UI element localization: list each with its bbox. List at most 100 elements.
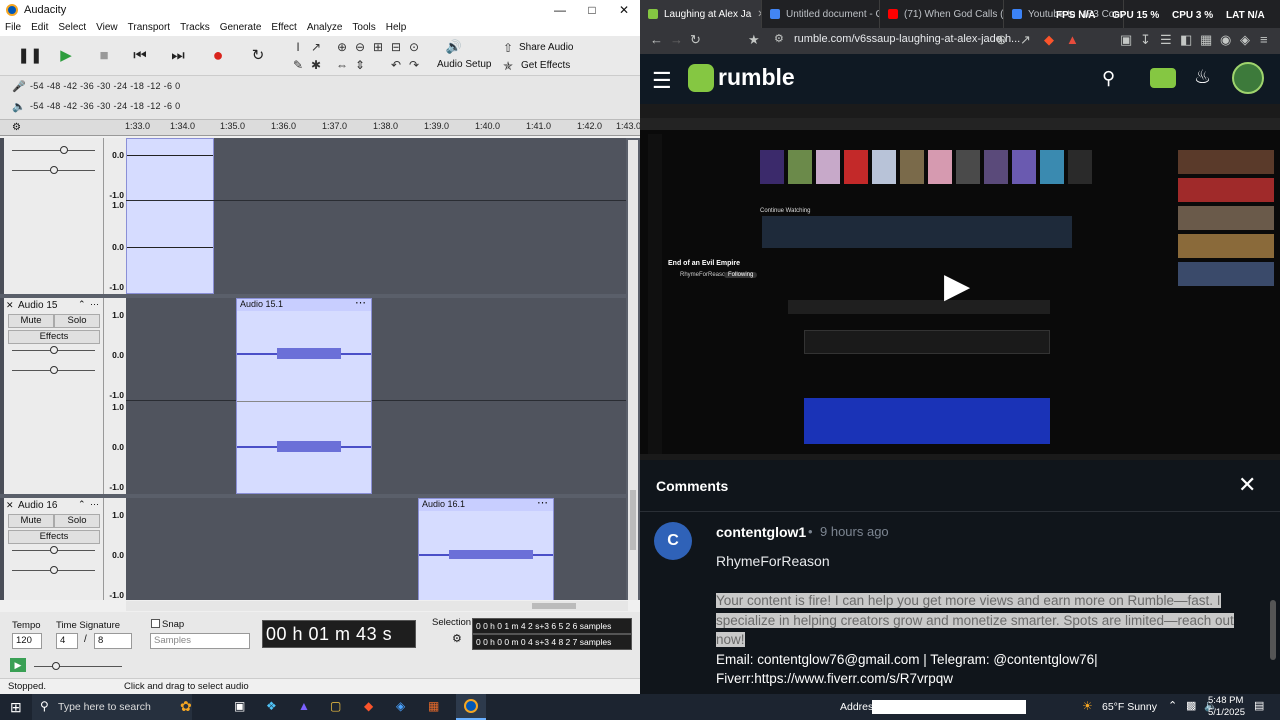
menu-select[interactable]: Select [53, 20, 91, 36]
copilot-icon[interactable]: ❖ [266, 699, 277, 713]
clip-menu-icon[interactable]: ⋯ [537, 496, 549, 509]
share-audio-label[interactable]: Share Audio [519, 42, 574, 53]
back-icon[interactable]: ← [650, 32, 663, 47]
ts-denominator-select[interactable]: 8 [94, 633, 132, 649]
video-player[interactable]: Continue Watching End of an Evil Empire … [640, 104, 1280, 460]
audacity-taskbar-icon[interactable] [456, 694, 486, 720]
notifications-icon[interactable]: ▤ [1254, 699, 1264, 712]
bookmark-icon[interactable]: ★ [748, 32, 760, 48]
audio-setup-icon[interactable]: 🔊 [446, 39, 462, 55]
mute-button[interactable]: Mute [8, 514, 54, 528]
track-menu-icon[interactable]: ⋯ [90, 499, 99, 510]
fit-project-icon[interactable]: ⊟ [388, 39, 404, 55]
minimize-icon[interactable]: — [544, 3, 576, 17]
selection-tool-icon[interactable]: I [290, 39, 306, 55]
scrollbar-thumb[interactable] [532, 603, 576, 609]
snap-unit-select[interactable]: Samples [150, 633, 250, 649]
tracks-area[interactable]: 0.0 -1.0 1.0 0.0 -1.0 ✕ Audio 15 ⌃ ⋯ Mut… [0, 138, 640, 600]
search-icon[interactable]: ⚲ [1102, 68, 1115, 89]
speed-knob[interactable] [52, 662, 60, 670]
hamburger-icon[interactable]: ☰ [652, 68, 672, 94]
get-effects-label[interactable]: Get Effects [521, 60, 570, 71]
commenter-avatar[interactable]: C [654, 522, 692, 560]
close-icon[interactable]: ✕ [608, 3, 640, 17]
menu-edit[interactable]: Edit [26, 20, 53, 36]
clip-menu-icon[interactable]: ⋯ [355, 296, 367, 309]
task-view-icon[interactable]: ▣ [234, 699, 245, 713]
rewards-icon[interactable]: ▲ [1066, 32, 1079, 47]
time-display[interactable]: 00 h 01 m 43 s [262, 620, 416, 648]
selection-end[interactable]: 0 0 h 0 0 m 0 4 s+3 4 8 2 7 samples [472, 634, 632, 650]
comment-author[interactable]: contentglow1 [716, 524, 806, 540]
forward-icon[interactable]: → [670, 32, 683, 47]
track-audio-15[interactable]: ✕ Audio 15 ⌃ ⋯ Mute Solo Effects 1.0 0.0… [0, 296, 626, 494]
speaker-icon[interactable]: 🔈 [12, 100, 26, 113]
playback-meter[interactable]: -54 -48 -42 -36 -30 -24 -18 -12 -6 0 [30, 101, 180, 111]
tab-rumble[interactable]: Laughing at Alex Ja ✕ [640, 0, 762, 28]
close-comments-icon[interactable]: ✕ [1238, 472, 1256, 498]
rumble-logo-text[interactable]: rumble [718, 64, 795, 91]
weather-icon[interactable]: ☀ [1082, 699, 1093, 713]
close-track-icon[interactable]: ✕ [6, 300, 14, 311]
audio-setup-label[interactable]: Audio Setup [437, 59, 492, 70]
gain-knob[interactable] [50, 346, 58, 354]
comment-fiverr[interactable]: Fiverr:https://www.fiverr.com/s/R7vrpqw [716, 671, 953, 686]
skip-end-icon[interactable]: ⏭ [162, 40, 194, 70]
taskbar-search[interactable]: ⚲ Type here to search [32, 694, 192, 720]
gain-knob[interactable] [50, 546, 58, 554]
menu-transport[interactable]: Transport [123, 20, 175, 36]
track-audio-16[interactable]: ✕ Audio 16 ⌃ ⋯ Mute Solo Effects 1.0 0.0… [0, 496, 626, 600]
zoom-toggle-icon[interactable]: ⊙ [406, 39, 422, 55]
clock-time[interactable]: 5:48 PM [1208, 695, 1243, 706]
audio-clip[interactable] [126, 138, 214, 294]
extensions-icon[interactable]: ▣ [1120, 32, 1132, 48]
envelope-tool-icon[interactable]: ↗ [308, 39, 324, 55]
draw-tool-icon[interactable]: ✎ [290, 57, 306, 73]
menu-tracks[interactable]: Tracks [175, 20, 215, 36]
play-button-icon[interactable]: ▶ [944, 266, 970, 306]
skip-start-icon[interactable]: ⏮ [124, 40, 156, 70]
scrollbar-thumb[interactable] [630, 490, 636, 550]
brave-taskbar-icon[interactable]: ◆ [364, 699, 373, 713]
timeline-ruler[interactable]: ⚙ 1:33.0 1:34.0 1:35.0 1:36.0 1:37.0 1:3… [0, 120, 641, 136]
selection-start[interactable]: 0 0 h 0 1 m 4 2 s+3 6 5 2 6 samples [472, 618, 632, 634]
mute-button[interactable]: Mute [8, 314, 54, 328]
zoom-in-icon[interactable]: ⊕ [334, 39, 350, 55]
mic-icon[interactable]: 🎤 [12, 80, 26, 93]
app2-icon[interactable]: ▦ [428, 699, 439, 713]
effects-button[interactable]: Effects [8, 530, 100, 544]
collapse-icon[interactable]: ⌃ [78, 299, 86, 310]
user-avatar[interactable] [1232, 62, 1264, 94]
comment-reply-to[interactable]: RhymeForReason [716, 553, 830, 569]
gain-knob[interactable] [60, 146, 68, 154]
audio-clip-15-1[interactable]: Audio 15.1 ⋯ [236, 296, 372, 494]
leo-icon[interactable]: ◈ [1240, 32, 1250, 48]
track-lane[interactable]: Audio 15.1 ⋯ [126, 296, 626, 494]
pan-knob[interactable] [50, 166, 58, 174]
rumble-logo-icon[interactable] [688, 64, 714, 92]
wallet-icon[interactable]: ▦ [1200, 32, 1212, 48]
taskbar-widget-icon[interactable]: ✿ [180, 698, 192, 715]
effects-button[interactable]: Effects [8, 330, 100, 344]
brave-shield-icon[interactable]: ◆ [1044, 32, 1054, 48]
pan-knob[interactable] [50, 566, 58, 574]
file-explorer-icon[interactable]: ▢ [330, 699, 341, 713]
bookmarks-icon[interactable]: ☰ [1160, 32, 1172, 48]
audio-clip-16-1[interactable]: Audio 16.1 ⋯ [418, 496, 554, 600]
comments-scrollbar[interactable] [1270, 600, 1276, 660]
undo-icon[interactable]: ↶ [388, 57, 404, 73]
record-meter[interactable]: -54 -48 -42 -36 -30 -24 -18 -12 -6 0 [30, 81, 180, 91]
menu-icon[interactable]: ≡ [1260, 32, 1268, 47]
clip-header[interactable]: Audio 15.1 ⋯ [237, 296, 371, 311]
solo-button[interactable]: Solo [54, 314, 100, 328]
menu-view[interactable]: View [91, 20, 123, 36]
track-menu-icon[interactable]: ⋯ [90, 299, 99, 310]
track[interactable]: 0.0 -1.0 1.0 0.0 -1.0 [0, 138, 626, 294]
multi-tool-icon[interactable]: ✱ [308, 57, 324, 73]
menu-file[interactable]: File [0, 20, 26, 36]
close-track-icon[interactable]: ✕ [6, 500, 14, 511]
collapse-icon[interactable]: ⌃ [78, 499, 86, 510]
app-icon[interactable]: ▲ [298, 699, 310, 713]
zoom-out-icon[interactable]: ⊖ [352, 39, 368, 55]
sidebar-icon[interactable]: ◧ [1180, 32, 1192, 48]
